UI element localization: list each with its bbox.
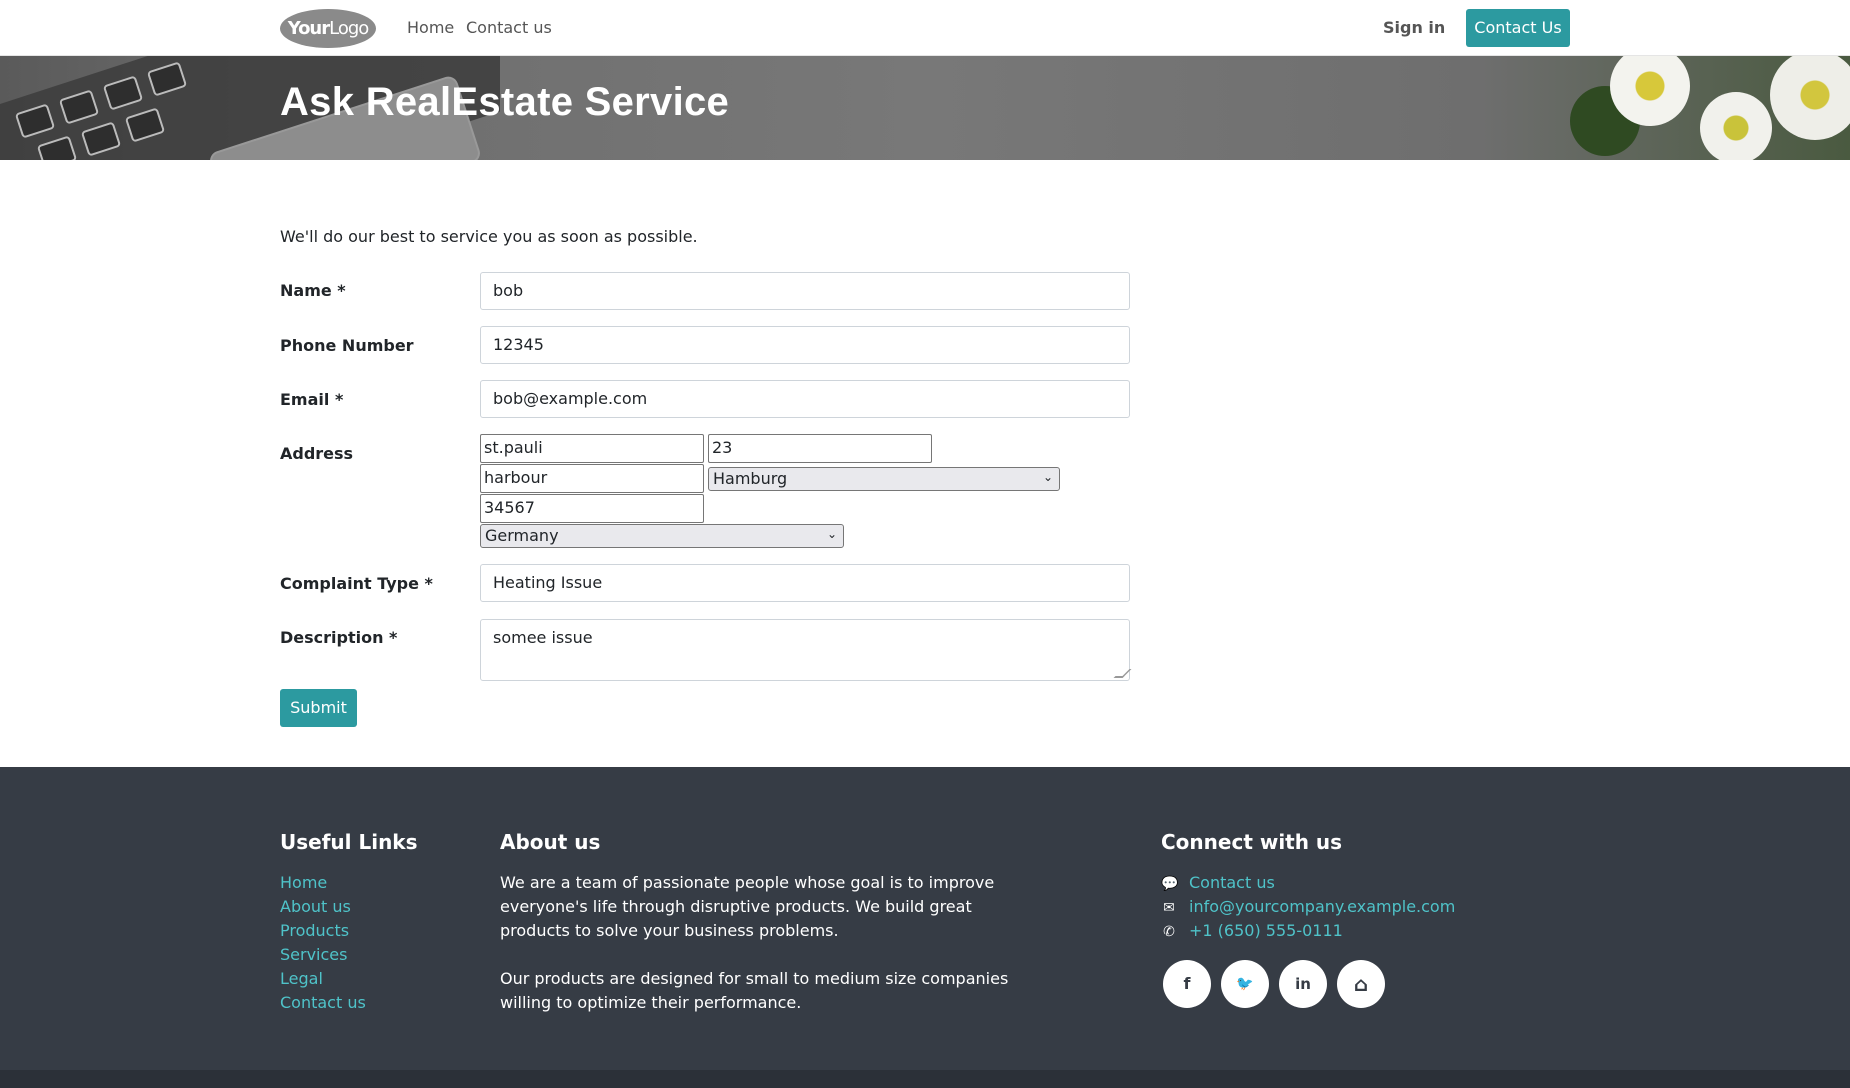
country-select[interactable]: Germany ⌄: [480, 524, 844, 548]
footer-link-services[interactable]: Services: [280, 945, 347, 964]
linkedin-button[interactable]: in: [1279, 960, 1327, 1008]
page-title: Ask RealEstate Service: [280, 80, 730, 124]
about-us-text-2: Our products are designed for small to m…: [500, 969, 1009, 1012]
description-value: somee issue: [493, 628, 593, 647]
envelope-icon: ✉: [1163, 900, 1175, 916]
address-label: Address: [280, 444, 354, 463]
contact-us-button[interactable]: Contact Us: [1466, 9, 1570, 47]
complaint-type-label: Complaint Type *: [280, 574, 433, 593]
chevron-down-icon: ⌄: [826, 527, 837, 541]
footer-link-legal[interactable]: Legal: [280, 969, 323, 988]
connect-title: Connect with us: [1161, 830, 1343, 854]
complaint-type-input[interactable]: Heating Issue: [480, 564, 1130, 602]
flower-image: [1700, 92, 1772, 160]
footer-link-home[interactable]: Home: [280, 873, 327, 892]
name-label: Name *: [280, 281, 346, 300]
chevron-down-icon: ⌄: [1042, 470, 1053, 484]
street-input[interactable]: st.pauli: [480, 434, 704, 463]
linkedin-icon: in: [1295, 975, 1311, 993]
facebook-icon: f: [1183, 974, 1191, 993]
house-number-input[interactable]: 23: [708, 434, 932, 463]
twitter-button[interactable]: 🐦: [1221, 960, 1269, 1008]
page-banner: Ask RealEstate Service: [0, 56, 1850, 160]
nav-home-link[interactable]: Home: [407, 18, 454, 37]
about-us-title: About us: [500, 830, 601, 854]
sign-in-link[interactable]: Sign in: [1383, 18, 1445, 37]
flower-image: [1610, 56, 1690, 126]
home-icon: ⌂: [1353, 972, 1369, 996]
footer-link-about[interactable]: About us: [280, 897, 351, 916]
about-us-text-1: We are a team of passionate people whose…: [500, 873, 995, 940]
comment-icon: 💬: [1161, 876, 1179, 892]
home-button[interactable]: ⌂: [1337, 960, 1385, 1008]
name-input[interactable]: bob: [480, 272, 1130, 310]
email-input[interactable]: bob@example.com: [480, 380, 1130, 418]
resize-handle-icon[interactable]: [1113, 669, 1132, 678]
nav-contact-link[interactable]: Contact us: [466, 18, 552, 37]
phone-icon: ✆: [1163, 924, 1175, 940]
flower-image: [1770, 56, 1850, 140]
city-select[interactable]: Hamburg ⌄: [708, 467, 1060, 491]
district-input[interactable]: harbour: [480, 464, 704, 493]
country-select-value: Germany: [485, 526, 559, 545]
city-select-value: Hamburg: [713, 469, 788, 488]
footer-link-products[interactable]: Products: [280, 921, 349, 940]
footer-link-contact[interactable]: Contact us: [280, 993, 366, 1012]
facebook-button[interactable]: f: [1163, 960, 1211, 1008]
connect-email-link[interactable]: info@yourcompany.example.com: [1189, 897, 1455, 916]
form-intro: We'll do our best to service you as soon…: [280, 227, 698, 246]
logo[interactable]: YourLogo: [280, 9, 376, 48]
zip-input[interactable]: 34567: [480, 494, 704, 523]
footer-bottom-bar: [0, 1070, 1850, 1088]
navbar: YourLogo Home Contact us Sign in Contact…: [0, 0, 1850, 56]
description-textarea[interactable]: somee issue: [480, 619, 1132, 681]
submit-button[interactable]: Submit: [280, 689, 357, 727]
useful-links-title: Useful Links: [280, 830, 418, 854]
phone-label: Phone Number: [280, 336, 414, 355]
twitter-icon: 🐦: [1236, 976, 1254, 992]
connect-contact-link[interactable]: Contact us: [1189, 873, 1275, 892]
phone-input[interactable]: 12345: [480, 326, 1130, 364]
description-label: Description *: [280, 628, 398, 647]
email-label: Email *: [280, 390, 344, 409]
connect-phone-link[interactable]: +1 (650) 555-0111: [1189, 921, 1343, 940]
